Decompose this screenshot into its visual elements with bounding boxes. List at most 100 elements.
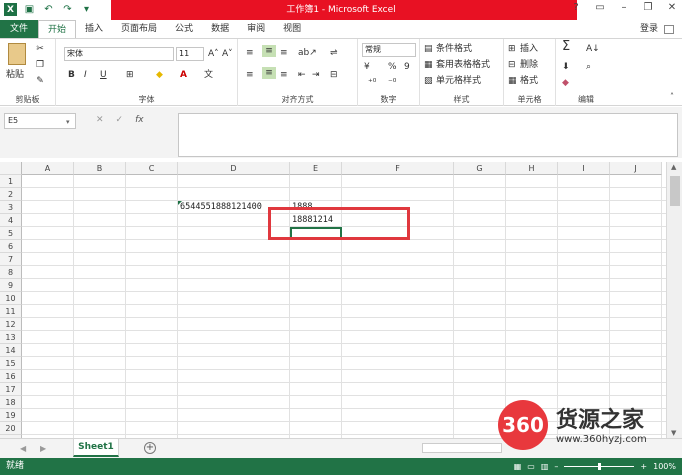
row-header-6[interactable]: 6 (0, 240, 22, 253)
cut-icon[interactable]: ✂ (34, 43, 46, 55)
zoom-out-icon[interactable]: – (554, 458, 558, 475)
row-header-19[interactable]: 19 (0, 409, 22, 422)
align-left-icon[interactable]: ≡ (246, 69, 254, 81)
column-header-c[interactable]: C (126, 162, 178, 175)
phonetic-icon[interactable]: 文 (204, 69, 213, 81)
page-layout-view-icon[interactable]: ▭ (527, 458, 535, 475)
sheet-tab-sheet1[interactable]: Sheet1 (73, 439, 119, 457)
column-header-d[interactable]: D (178, 162, 290, 175)
confirm-entry-icon[interactable]: ✓ (116, 115, 124, 125)
clear-icon[interactable]: ◆ (562, 77, 569, 89)
normal-view-icon[interactable]: ▦ (514, 458, 522, 475)
align-top-icon[interactable]: ≡ (246, 47, 254, 59)
row-header-15[interactable]: 15 (0, 357, 22, 370)
insert-icon[interactable]: ⊞ (508, 43, 516, 55)
prev-sheet-icon[interactable]: ◀ (20, 444, 26, 453)
tab-page-layout[interactable]: 页面布局 (112, 20, 166, 39)
name-box-dropdown-icon[interactable]: ▾ (66, 118, 70, 126)
row-header-16[interactable]: 16 (0, 370, 22, 383)
row-header-11[interactable]: 11 (0, 305, 22, 318)
fill-icon[interactable]: ⬇ (562, 61, 570, 73)
row-header-17[interactable]: 17 (0, 383, 22, 396)
column-header-g[interactable]: G (454, 162, 506, 175)
cell-d3[interactable]: 6544551888121400 (180, 201, 262, 214)
fill-color-icon[interactable]: ◆ (156, 69, 163, 81)
undo-icon[interactable]: ↶ (42, 3, 55, 16)
row-header-18[interactable]: 18 (0, 396, 22, 409)
row-header-4[interactable]: 4 (0, 214, 22, 227)
vertical-scrollbar[interactable]: ▲ ▼ (666, 162, 682, 438)
merge-center-icon[interactable]: ⊟ (330, 69, 338, 81)
conditional-format-icon[interactable]: ▤ (424, 43, 433, 55)
row-header-3[interactable]: 3 (0, 201, 22, 214)
add-sheet-icon[interactable]: + (144, 442, 156, 454)
borders-icon[interactable]: ⊞ (126, 69, 134, 81)
increase-indent-icon[interactable]: ⇥ (312, 69, 320, 81)
format-painter-icon[interactable]: ✎ (34, 75, 46, 87)
scroll-up-icon[interactable]: ▲ (671, 163, 676, 171)
scroll-thumb[interactable] (670, 176, 680, 206)
row-header-1[interactable]: 1 (0, 175, 22, 188)
login-link[interactable]: 登录 (640, 20, 658, 39)
ribbon-display-icon[interactable]: ▭ (592, 2, 608, 13)
row-header-5[interactable]: 5 (0, 227, 22, 240)
insert-button[interactable]: 插入 (520, 43, 538, 55)
cell-styles-icon[interactable]: ▧ (424, 75, 433, 87)
align-center-icon[interactable]: ≡ (262, 67, 276, 79)
align-bottom-icon[interactable]: ≡ (280, 47, 288, 59)
minimize-icon[interactable]: – (616, 2, 632, 13)
column-header-a[interactable]: A (22, 162, 74, 175)
underline-button[interactable]: U (100, 69, 107, 81)
column-header-j[interactable]: J (610, 162, 662, 175)
select-all-corner[interactable] (0, 162, 22, 175)
tab-file[interactable]: 文件 (0, 20, 38, 39)
increase-font-icon[interactable]: A˄ (208, 48, 219, 60)
tab-insert[interactable]: 插入 (76, 20, 112, 39)
wrap-text-icon[interactable]: ⇌ (330, 47, 338, 59)
column-header-h[interactable]: H (506, 162, 558, 175)
collapse-ribbon-icon[interactable]: ˄ (670, 91, 674, 103)
increase-decimal-icon[interactable]: ⁺⁰ (368, 77, 376, 89)
delete-icon[interactable]: ⊟ (508, 59, 516, 71)
account-icon[interactable] (664, 25, 674, 34)
close-icon[interactable]: ✕ (664, 2, 680, 13)
decrease-decimal-icon[interactable]: ⁻⁰ (388, 77, 396, 89)
conditional-format-button[interactable]: 条件格式 (436, 43, 472, 55)
decrease-font-icon[interactable]: A˅ (222, 48, 233, 60)
paste-button[interactable]: 粘贴 (6, 69, 24, 81)
table-format-button[interactable]: 套用表格格式 (436, 59, 490, 71)
cell-styles-button[interactable]: 单元格样式 (436, 75, 481, 87)
decrease-indent-icon[interactable]: ⇤ (298, 69, 306, 81)
comma-button[interactable]: 9 (404, 61, 410, 73)
zoom-in-icon[interactable]: + (640, 458, 647, 475)
row-header-2[interactable]: 2 (0, 188, 22, 201)
tab-formulas[interactable]: 公式 (166, 20, 202, 39)
percent-button[interactable]: % (388, 61, 397, 73)
customize-qat-icon[interactable]: ▾ (80, 3, 93, 16)
delete-button[interactable]: 删除 (520, 59, 538, 71)
formula-input[interactable] (178, 113, 678, 157)
page-break-view-icon[interactable]: ▥ (541, 458, 549, 475)
tab-view[interactable]: 视图 (274, 20, 310, 39)
orientation-icon[interactable]: ab↗ (298, 47, 317, 59)
column-header-b[interactable]: B (74, 162, 126, 175)
redo-icon[interactable]: ↷ (61, 3, 74, 16)
sort-filter-icon[interactable]: A↓ (586, 43, 600, 55)
tab-home[interactable]: 开始 (38, 20, 77, 39)
tab-review[interactable]: 审阅 (238, 20, 274, 39)
bold-button[interactable]: B (68, 69, 75, 81)
row-header-12[interactable]: 12 (0, 318, 22, 331)
zoom-level[interactable]: 100% (653, 458, 676, 475)
font-color-icon[interactable]: A (180, 69, 187, 81)
font-name-select[interactable]: 宋体 (64, 47, 174, 61)
zoom-slider[interactable] (564, 463, 635, 470)
row-header-8[interactable]: 8 (0, 266, 22, 279)
row-header-7[interactable]: 7 (0, 253, 22, 266)
row-header-13[interactable]: 13 (0, 331, 22, 344)
horizontal-scrollbar[interactable] (422, 443, 502, 453)
save-icon[interactable]: ▣ (23, 3, 36, 16)
next-sheet-icon[interactable]: ▶ (40, 444, 46, 453)
format-button[interactable]: 格式 (520, 75, 538, 87)
currency-icon[interactable]: ¥ (364, 61, 370, 73)
table-format-icon[interactable]: ▦ (424, 59, 433, 71)
